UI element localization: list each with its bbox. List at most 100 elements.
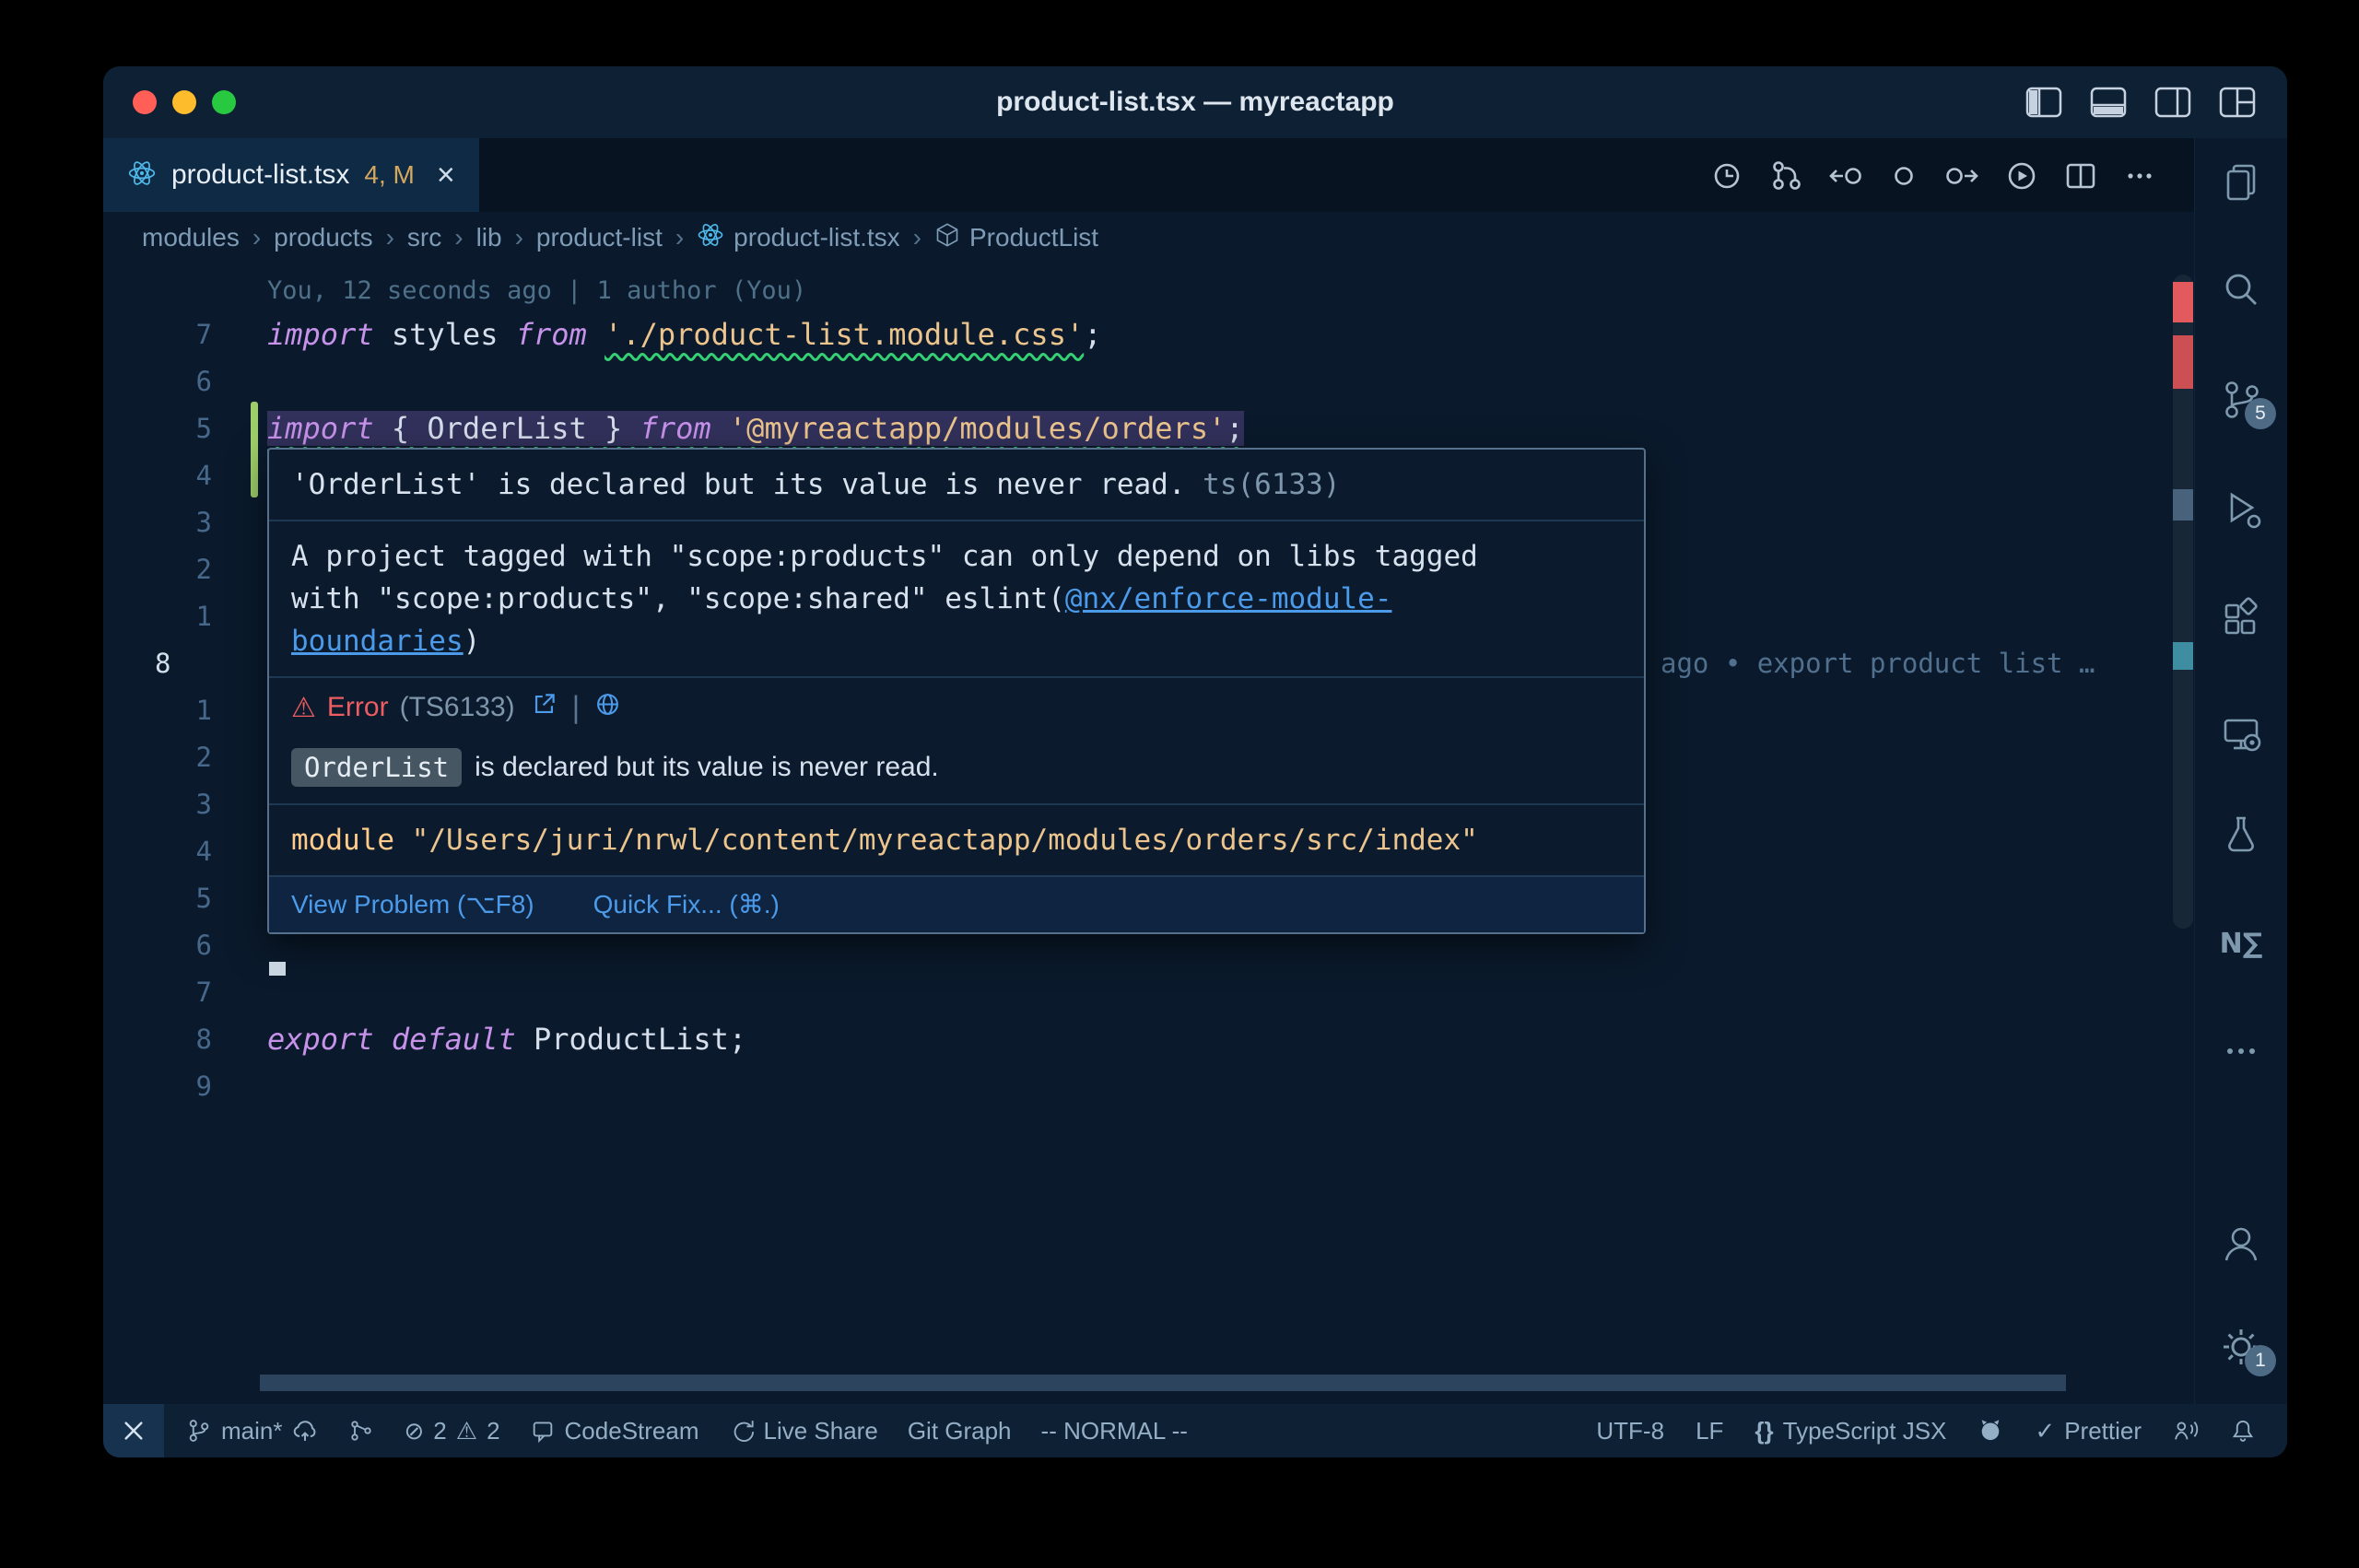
breadcrumb-item[interactable]: src — [407, 223, 441, 252]
timeline-icon[interactable] — [1710, 158, 1743, 192]
overview-ruler — [2169, 263, 2195, 1404]
breadcrumb-separator: › — [675, 223, 684, 252]
code-token: '@myreactapp/modules/orders' — [729, 411, 1226, 446]
module-path: "/Users/juri/nrwl/content/myreactapp/mod… — [412, 824, 1478, 857]
search-icon[interactable] — [2195, 268, 2287, 312]
more-actions-icon[interactable] — [2123, 158, 2156, 192]
code-token: export — [267, 1022, 374, 1057]
account-icon[interactable] — [2195, 1222, 2287, 1266]
customize-layout-icon[interactable] — [2219, 87, 2256, 118]
codestream-label: CodeStream — [565, 1417, 699, 1445]
commit-graph-item[interactable] — [348, 1418, 374, 1444]
previous-change-icon[interactable] — [1828, 158, 1861, 192]
more-views-icon[interactable] — [2195, 1029, 2287, 1073]
gitgraph-status-item[interactable]: Git Graph — [908, 1417, 1012, 1445]
remote-explorer-icon[interactable] — [2195, 712, 2287, 756]
run-debug-icon[interactable] — [2195, 486, 2287, 531]
hover-eslint-message: A project tagged with "scope:products" c… — [269, 521, 1644, 678]
breadcrumb-separator: › — [515, 223, 523, 252]
code-token: { OrderList } — [374, 411, 640, 446]
code-line-row[interactable]: 7 — [103, 969, 2195, 1016]
language-status-item[interactable]: {} TypeScript JSX — [1755, 1417, 1946, 1445]
open-external-icon[interactable] — [532, 691, 557, 724]
tab-close-icon[interactable]: × — [437, 159, 455, 191]
ts-error-code: ts(6133) — [1186, 468, 1341, 501]
breadcrumb-item[interactable]: modules — [142, 223, 240, 252]
run-file-icon[interactable] — [2005, 158, 2038, 192]
change-indicator-icon[interactable] — [1887, 158, 1920, 192]
eslint-line2: with "scope:products", "scope:shared" es… — [291, 582, 1065, 615]
breadcrumb-separator: › — [913, 223, 921, 252]
inline-blame-annotation: ago • export product list … — [1661, 640, 2095, 687]
code-line-row[interactable]: 9 — [103, 1063, 2195, 1110]
breadcrumb-label: ProductList — [969, 223, 1098, 252]
hover-resize-grip[interactable] — [269, 962, 286, 976]
breadcrumb-item[interactable]: ProductList — [934, 222, 1098, 254]
blame-annotation: You, 12 seconds ago | 1 author (You) — [103, 271, 2195, 311]
tab-dirty-badge: 4, M — [364, 160, 414, 190]
line-number: 2 — [103, 546, 267, 593]
view-problem-link[interactable]: View Problem (⌥F8) — [291, 886, 534, 923]
code-token: styles — [374, 317, 516, 352]
breadcrumb-item[interactable]: lib — [476, 223, 502, 252]
hover-separator: | — [568, 691, 585, 724]
code-token: ProductList; — [516, 1022, 746, 1057]
toggle-panel-icon[interactable] — [2090, 87, 2127, 118]
code-line: import styles from './product-list.modul… — [267, 311, 1101, 358]
warning-icon: ⚠ — [291, 692, 316, 724]
github-status-item[interactable] — [1978, 1418, 2003, 1444]
liveshare-status-item[interactable]: Live Share — [729, 1417, 878, 1445]
horizontal-scrollbar[interactable] — [260, 1375, 2066, 1391]
settings-badge: 1 — [2245, 1345, 2276, 1376]
split-editor-icon[interactable] — [2064, 158, 2097, 192]
tab-product-list[interactable]: product-list.tsx 4, M × — [103, 138, 479, 212]
remote-indicator[interactable] — [103, 1404, 164, 1457]
code-line-row[interactable]: 7import styles from './product-list.modu… — [103, 311, 2195, 358]
code-line-row[interactable]: 6 — [103, 358, 2195, 405]
code-token: ; — [1226, 411, 1243, 446]
code-line-row[interactable]: 8export default ProductList; — [103, 1016, 2195, 1063]
open-changes-icon[interactable] — [1769, 158, 1802, 192]
breadcrumb-item[interactable]: products — [274, 223, 372, 252]
branch-status-item[interactable]: main* — [186, 1417, 319, 1445]
overview-ruler-mark — [2173, 489, 2193, 521]
prettier-label: Prettier — [2064, 1417, 2142, 1445]
toggle-sidebar-icon[interactable] — [2025, 87, 2062, 118]
eslint-close-paren: ) — [464, 625, 481, 658]
code-line: export default ProductList; — [267, 1016, 746, 1063]
next-change-icon[interactable] — [1946, 158, 1979, 192]
notifications-status-item[interactable] — [2230, 1418, 2256, 1444]
settings-gear-icon[interactable]: 1 — [2195, 1325, 2287, 1369]
hover-error-row: ⚠ Error (TS6133) | — [269, 678, 1644, 737]
feedback-icon — [2173, 1418, 2199, 1444]
encoding-status-item[interactable]: UTF-8 — [1596, 1417, 1664, 1445]
line-number: 7 — [103, 969, 267, 1016]
nx-console-icon[interactable]: N∑ — [2195, 921, 2287, 965]
line-number: 9 — [103, 1063, 267, 1110]
code-line-row[interactable]: 5import { OrderList } from '@myreactapp/… — [103, 405, 2195, 452]
eol-status-item[interactable]: LF — [1696, 1417, 1723, 1445]
cube-icon — [934, 222, 960, 254]
error-label: Error — [327, 692, 389, 723]
feedback-status-item[interactable] — [2173, 1418, 2199, 1444]
testing-icon[interactable] — [2195, 812, 2287, 856]
eslint-rule-link-wrap[interactable]: boundaries — [291, 625, 464, 658]
eslint-rule-link[interactable]: @nx/enforce-module- — [1065, 582, 1392, 615]
source-control-badge: 5 — [2245, 398, 2276, 429]
github-icon — [1978, 1418, 2003, 1444]
code-token — [374, 1022, 392, 1057]
quick-fix-link[interactable]: Quick Fix... (⌘.) — [593, 886, 780, 923]
line-number: 4 — [103, 828, 267, 875]
problems-status-item[interactable]: ⊘ 2 ⚠ 2 — [404, 1417, 499, 1445]
toggle-secondary-sidebar-icon[interactable] — [2154, 87, 2191, 118]
source-control-icon[interactable]: 5 — [2195, 378, 2287, 422]
breadcrumb-item[interactable]: product-list.tsx — [697, 221, 900, 255]
explorer-icon[interactable] — [2195, 160, 2287, 205]
codestream-status-item[interactable]: CodeStream — [530, 1417, 699, 1445]
line-number: 2 — [103, 734, 267, 781]
breadcrumb-item[interactable]: product-list — [536, 223, 663, 252]
line-number: 5 — [103, 875, 267, 922]
globe-icon[interactable] — [595, 691, 620, 724]
prettier-status-item[interactable]: ✓ Prettier — [2035, 1417, 2142, 1445]
extensions-icon[interactable] — [2195, 597, 2287, 641]
